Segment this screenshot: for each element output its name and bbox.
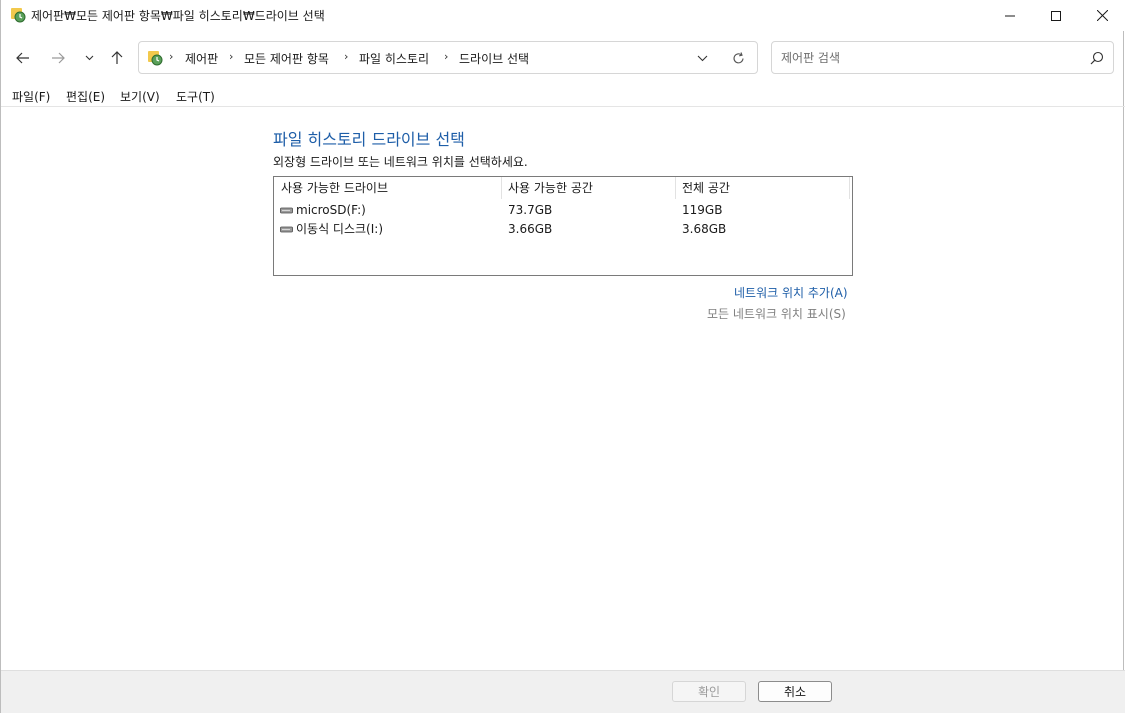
- back-button[interactable]: [11, 47, 35, 69]
- search-input[interactable]: [781, 49, 1071, 67]
- window-title: 제어판₩모든 제어판 항목₩파일 히스토리₩드라이브 선택: [31, 9, 325, 23]
- address-bar[interactable]: › 제어판 › 모든 제어판 항목 › 파일 히스토리 › 드라이브 선택: [138, 41, 758, 74]
- arrow-right-icon: [52, 52, 65, 64]
- drive-icon: [280, 207, 293, 214]
- close-button[interactable]: [1079, 0, 1125, 31]
- drive-free-space: 73.7GB: [508, 203, 553, 217]
- address-history-button[interactable]: [693, 50, 711, 66]
- breadcrumb-select-drive[interactable]: 드라이브 선택: [459, 50, 529, 67]
- column-divider[interactable]: [501, 177, 502, 199]
- column-header-drive[interactable]: 사용 가능한 드라이브: [281, 177, 388, 199]
- column-header-free-space[interactable]: 사용 가능한 공간: [508, 177, 593, 199]
- refresh-button[interactable]: [729, 50, 747, 66]
- menu-bar: 파일(F) 편집(E) 보기(V) 도구(T): [1, 86, 1125, 106]
- chevron-down-icon: [85, 55, 93, 61]
- refresh-icon: [732, 51, 744, 63]
- forward-button[interactable]: [46, 47, 70, 69]
- show-all-network-locations-link[interactable]: 모든 네트워크 위치 표시(S): [707, 305, 846, 322]
- maximize-icon: [1051, 10, 1061, 21]
- drive-row[interactable]: microSD(F:) 73.7GB 119GB: [274, 201, 852, 220]
- cancel-button[interactable]: 취소: [758, 681, 832, 702]
- chevron-right-icon[interactable]: ›: [229, 50, 233, 63]
- title-bar: 제어판₩모든 제어판 항목₩파일 히스토리₩드라이브 선택: [1, 0, 1125, 31]
- arrow-left-icon: [16, 52, 29, 64]
- drive-name: 이동식 디스크(I:): [296, 222, 384, 236]
- breadcrumb-all-items[interactable]: 모든 제어판 항목: [244, 50, 329, 67]
- minimize-button[interactable]: [987, 0, 1033, 31]
- menu-view[interactable]: 보기(V): [120, 88, 160, 105]
- drive-free-space: 3.66GB: [508, 222, 553, 236]
- drive-icon: [280, 226, 293, 233]
- menu-tools[interactable]: 도구(T): [176, 88, 215, 105]
- chevron-right-icon[interactable]: ›: [344, 50, 348, 63]
- drive-list[interactable]: 사용 가능한 드라이브 사용 가능한 공간 전체 공간 microSD(F:) …: [273, 176, 853, 276]
- file-history-window: 제어판₩모든 제어판 항목₩파일 히스토리₩드라이브 선택 › 제어판 › 모든…: [0, 0, 1125, 713]
- minimize-icon: [1005, 15, 1015, 16]
- close-icon: [1096, 10, 1108, 21]
- instruction-text: 외장형 드라이브 또는 네트워크 위치를 선택하세요.: [273, 155, 528, 169]
- search-icon[interactable]: [1090, 51, 1104, 65]
- page-title: 파일 히스토리 드라이브 선택: [273, 130, 465, 149]
- chevron-right-icon[interactable]: ›: [444, 50, 448, 63]
- ok-button[interactable]: 확인: [672, 681, 746, 702]
- menu-divider: [1, 106, 1125, 107]
- menu-file[interactable]: 파일(F): [12, 88, 50, 105]
- recent-locations-button[interactable]: [77, 47, 101, 69]
- drive-total-space: 3.68GB: [682, 222, 727, 236]
- menu-edit[interactable]: 편집(E): [66, 88, 105, 105]
- drive-name: microSD(F:): [296, 203, 366, 217]
- chevron-right-icon: ›: [169, 50, 174, 63]
- column-divider[interactable]: [675, 177, 676, 199]
- breadcrumb-control-panel[interactable]: 제어판: [185, 50, 218, 67]
- maximize-button[interactable]: [1033, 0, 1079, 31]
- control-panel-icon: [148, 51, 163, 66]
- footer-bar: [1, 670, 1125, 713]
- arrow-up-icon: [111, 51, 123, 64]
- drive-total-space: 119GB: [682, 203, 723, 217]
- up-button[interactable]: [105, 47, 129, 69]
- drive-row[interactable]: 이동식 디스크(I:) 3.66GB 3.68GB: [274, 220, 852, 239]
- column-header-total-space[interactable]: 전체 공간: [682, 177, 730, 199]
- search-box: [771, 41, 1114, 74]
- add-network-location-link[interactable]: 네트워크 위치 추가(A): [734, 284, 848, 301]
- column-divider[interactable]: [849, 177, 850, 199]
- control-panel-icon: [11, 8, 26, 23]
- chevron-down-icon: [697, 55, 707, 61]
- breadcrumb-file-history[interactable]: 파일 히스토리: [359, 50, 429, 67]
